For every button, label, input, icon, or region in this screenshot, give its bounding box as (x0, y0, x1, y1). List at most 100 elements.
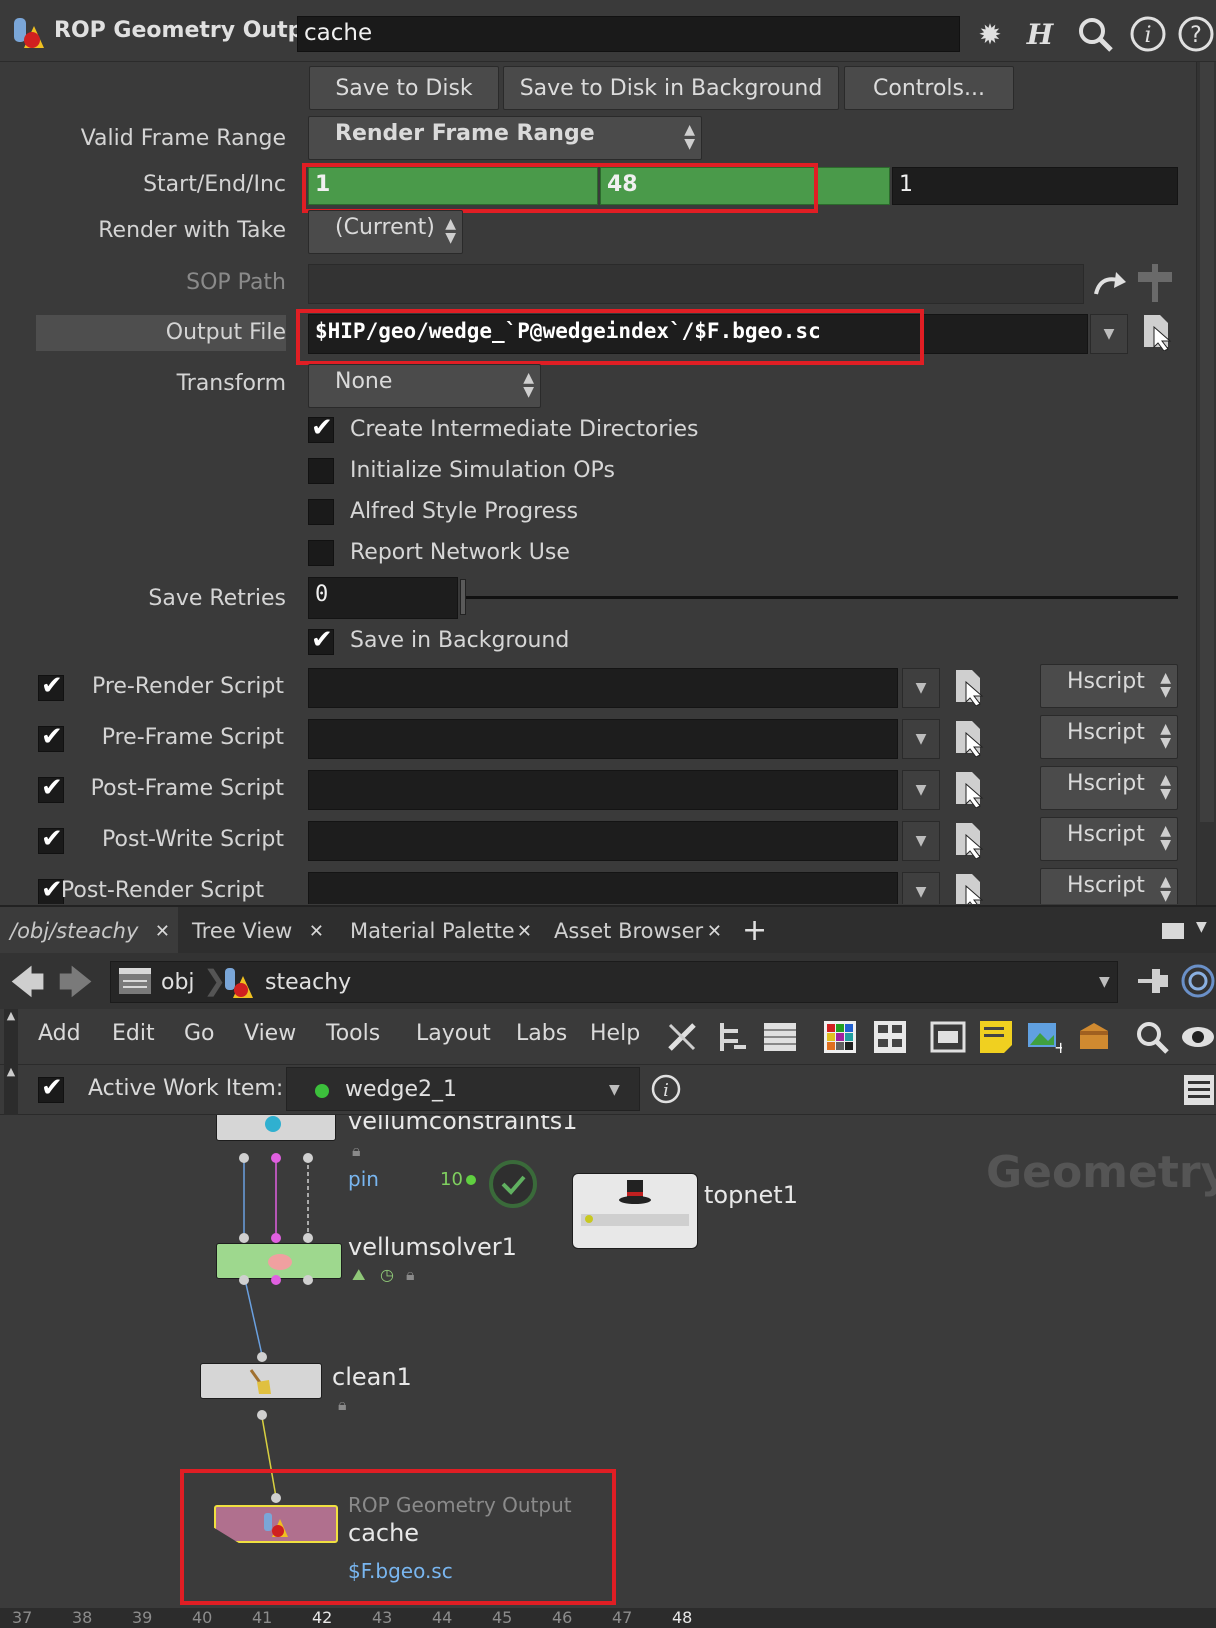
pre-render-lang-menu[interactable]: Hscript ▲ ▼ (1040, 664, 1178, 708)
network-canvas[interactable]: Geometry vellumconstraints1 🔒︎ pin 10 to… (0, 1115, 1216, 1608)
post-render-field[interactable] (308, 872, 898, 904)
path-dropdown-icon[interactable]: ▼ (1099, 974, 1110, 990)
task-list-icon[interactable] (1182, 1073, 1216, 1107)
save-retries-field[interactable]: 0 (308, 577, 458, 619)
network-box-icon[interactable] (930, 1019, 966, 1055)
post-render-lang-menu[interactable]: Hscript ▲ ▼ (1040, 868, 1178, 904)
post-render-dropdown[interactable]: ▼ (902, 872, 940, 904)
list-view-icon[interactable] (762, 1019, 798, 1055)
alfred-progress-checkbox[interactable] (308, 499, 334, 525)
pre-render-checkbox[interactable] (38, 671, 64, 701)
wrench-icon[interactable] (664, 1019, 700, 1055)
node-chooser-icon[interactable] (1134, 262, 1176, 304)
shapes-palette-icon[interactable] (872, 1019, 908, 1055)
file-chooser-icon[interactable] (954, 872, 986, 904)
menu-add[interactable]: Add (38, 1021, 81, 1046)
scrollbar-thumb[interactable] (1200, 62, 1214, 822)
collapse-toolbar-icon[interactable]: ▲ (4, 1009, 18, 1065)
parameter-scrollbar[interactable] (1196, 62, 1216, 905)
close-icon[interactable]: ✕ (517, 921, 532, 942)
transform-menu[interactable]: None ▲ ▼ (308, 364, 541, 408)
close-icon[interactable]: ✕ (309, 921, 324, 942)
back-arrow-icon[interactable]: 🡄 (10, 959, 45, 1016)
info-icon[interactable]: i (650, 1073, 682, 1105)
post-write-checkbox[interactable] (38, 824, 64, 854)
output-file-dropdown[interactable]: ▼ (1090, 314, 1128, 354)
gear-icon[interactable]: ✹ (970, 14, 1010, 54)
package-icon[interactable] (1076, 1019, 1112, 1055)
maximize-pane-icon[interactable] (1162, 923, 1184, 939)
add-tab-icon[interactable]: + (742, 913, 767, 948)
topnet-node[interactable] (572, 1173, 698, 1249)
menu-edit[interactable]: Edit (112, 1021, 155, 1046)
active-work-item-checkbox[interactable] (38, 1073, 64, 1103)
close-icon[interactable]: ✕ (155, 921, 170, 942)
active-work-item-menu[interactable]: wedge2_1 ▼ (286, 1067, 640, 1111)
tab-material-palette[interactable]: Material Palette ✕ (340, 907, 540, 955)
menu-tools[interactable]: Tools (326, 1021, 380, 1046)
link-target-icon[interactable] (1180, 963, 1216, 999)
sticky-note-icon[interactable] (978, 1019, 1014, 1055)
post-write-lang-menu[interactable]: Hscript ▲ ▼ (1040, 817, 1178, 861)
search-icon[interactable] (1134, 1019, 1170, 1055)
info-icon[interactable]: i (1128, 14, 1168, 54)
post-frame-field[interactable] (308, 770, 898, 810)
sop-path-field[interactable] (308, 264, 1084, 304)
pre-frame-lang-menu[interactable]: Hscript ▲ ▼ (1040, 715, 1178, 759)
pre-frame-dropdown[interactable]: ▼ (902, 719, 940, 759)
save-to-disk-background-button[interactable]: Save to Disk in Background (503, 66, 839, 110)
pre-render-field[interactable] (308, 668, 898, 708)
post-frame-checkbox[interactable] (38, 773, 64, 803)
vellumsolver-node[interactable] (216, 1243, 342, 1279)
file-chooser-icon[interactable] (954, 821, 986, 859)
menu-go[interactable]: Go (184, 1021, 215, 1046)
output-connector[interactable] (257, 1410, 267, 1420)
input-connector[interactable] (271, 1233, 281, 1243)
tree-layout-icon[interactable] (714, 1019, 750, 1055)
path-obj[interactable]: obj (161, 970, 195, 995)
close-icon[interactable]: ✕ (707, 921, 722, 942)
vellumconstraints-node[interactable] (216, 1115, 336, 1141)
save-in-background-checkbox[interactable] (308, 625, 334, 655)
init-sim-checkbox[interactable] (308, 458, 334, 484)
tab-tree-view[interactable]: Tree View ✕ (182, 907, 332, 955)
post-write-field[interactable] (308, 821, 898, 861)
pre-render-dropdown[interactable]: ▼ (902, 668, 940, 708)
report-network-checkbox[interactable] (308, 540, 334, 566)
input-connector[interactable] (257, 1352, 267, 1362)
pin-icon[interactable] (1134, 965, 1174, 997)
menu-labs[interactable]: Labs (516, 1021, 567, 1046)
menu-help[interactable]: Help (590, 1021, 640, 1046)
render-with-take-menu[interactable]: (Current) ▲ ▼ (308, 210, 463, 254)
pane-menu-arrow-icon[interactable]: ▼ (1196, 919, 1207, 935)
file-chooser-icon[interactable] (954, 668, 986, 706)
output-connector[interactable] (271, 1275, 281, 1285)
output-connector[interactable] (239, 1275, 249, 1285)
collapse-bar-icon[interactable]: ▲ (4, 1065, 18, 1115)
file-chooser-icon[interactable] (954, 770, 986, 808)
input-connector[interactable] (303, 1233, 313, 1243)
tab-obj-steachy[interactable]: /obj/steachy ✕ (0, 907, 178, 955)
post-frame-lang-menu[interactable]: Hscript ▲ ▼ (1040, 766, 1178, 810)
clean-node[interactable] (200, 1363, 322, 1399)
path-field[interactable]: obj ❯ steachy ▼ (110, 961, 1118, 1003)
save-retries-slider-track[interactable] (462, 596, 1178, 599)
jump-arrow-icon[interactable] (1090, 266, 1128, 302)
menu-layout[interactable]: Layout (416, 1021, 491, 1046)
forward-arrow-icon[interactable]: 🡆 (58, 959, 93, 1016)
output-connector[interactable] (271, 1153, 281, 1163)
valid-frame-range-menu[interactable]: Render Frame Range ▲ ▼ (308, 116, 702, 160)
post-write-dropdown[interactable]: ▼ (902, 821, 940, 861)
cook-complete-icon[interactable] (488, 1159, 538, 1209)
pre-frame-checkbox[interactable] (38, 722, 64, 752)
path-steachy[interactable]: steachy (265, 970, 351, 995)
file-chooser-icon[interactable] (1142, 313, 1174, 351)
node-name-field[interactable]: cache (297, 16, 960, 52)
file-chooser-icon[interactable] (954, 719, 986, 757)
output-connector[interactable] (303, 1275, 313, 1285)
eye-icon[interactable] (1180, 1019, 1216, 1055)
search-icon[interactable] (1075, 14, 1115, 54)
pre-frame-field[interactable] (308, 719, 898, 759)
menu-view[interactable]: View (244, 1021, 296, 1046)
post-frame-dropdown[interactable]: ▼ (902, 770, 940, 810)
